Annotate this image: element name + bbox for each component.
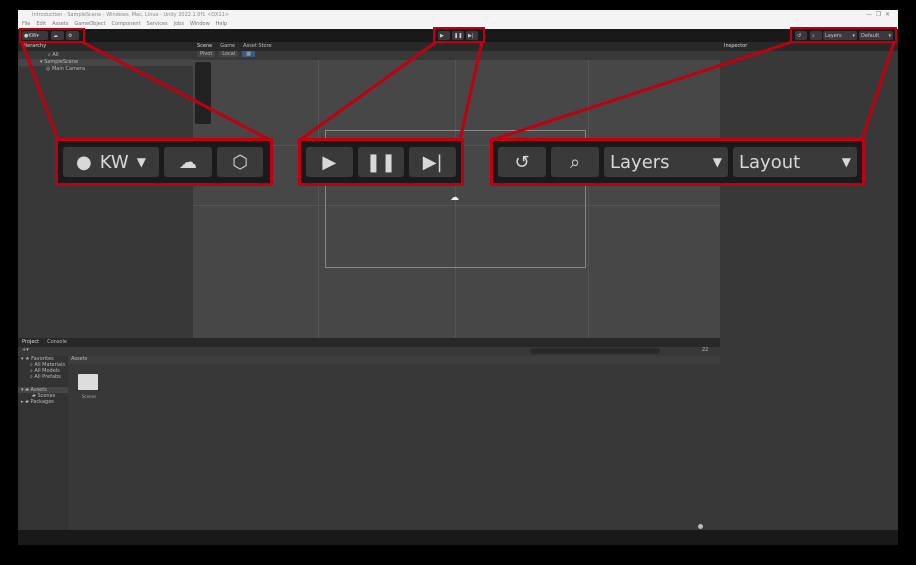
callout-search-icon: ⌕ (551, 147, 599, 177)
playmode-highlight (433, 27, 485, 43)
callout-pause-icon: ❚❚ (357, 147, 405, 177)
callout-line (299, 40, 437, 142)
callout-account-dropdown: ● KW ▼ (63, 147, 159, 177)
callout-line (458, 41, 484, 141)
callout-history-icon: ↺ (498, 147, 546, 177)
callout-line (860, 41, 896, 141)
callout-cloud-icon: ☁ (164, 147, 212, 177)
callout-line (81, 40, 271, 142)
layers-callout: ↺ ⌕ Layers ▼ Layout ▼ (490, 138, 865, 186)
playmode-callout: ▶ ❚❚ ▶| (298, 138, 464, 186)
callout-account-label: KW (99, 151, 129, 173)
callout-layout-dropdown: Layout ▼ (733, 147, 857, 177)
callout-layout-label: Layout (739, 151, 801, 173)
callout-collab-icon: ⬡ (217, 147, 263, 177)
account-highlight (19, 28, 85, 43)
callout-play-icon: ▶ (306, 147, 353, 177)
layers-highlight (790, 27, 897, 43)
callout-layers-dropdown: Layers ▼ (604, 147, 728, 177)
callout-layers-label: Layers (610, 151, 670, 173)
account-callout: ● KW ▼ ☁ ⬡ (55, 138, 273, 186)
callout-line (491, 40, 793, 142)
callout-step-icon: ▶| (409, 147, 457, 177)
callout-line (20, 41, 60, 141)
callout-lines (20, 40, 896, 142)
